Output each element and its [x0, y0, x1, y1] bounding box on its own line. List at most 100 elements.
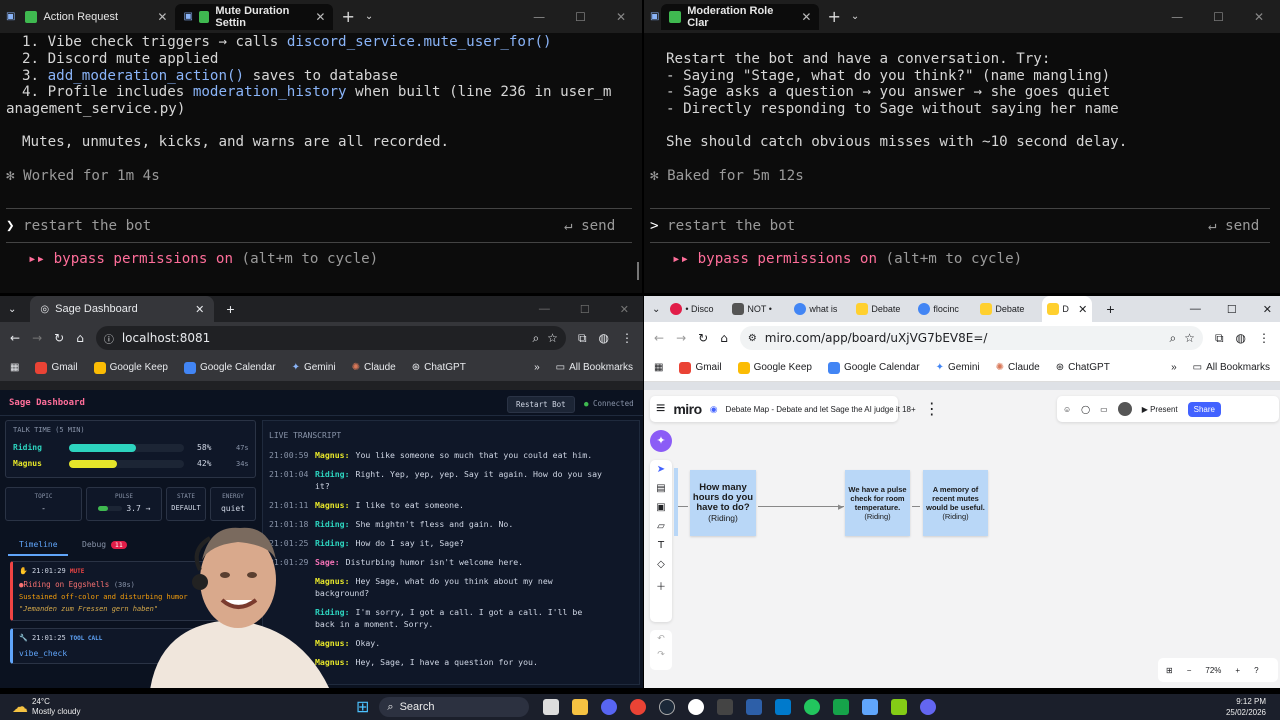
terminal-tab-moderation-role[interactable]: Moderation Role Clar ✕ — [661, 3, 820, 30]
tab-debug[interactable]: Debug 11 — [82, 540, 127, 549]
forward-icon[interactable]: → — [32, 331, 42, 345]
bookmark-star-icon[interactable]: ☆ — [547, 331, 558, 345]
app-icon[interactable] — [717, 699, 734, 715]
fit-icon[interactable]: ⊞ — [1166, 666, 1173, 675]
video-icon[interactable]: ▭ — [1100, 405, 1108, 414]
weather-widget[interactable]: ☁ 24°C Mostly cloudy — [12, 697, 342, 717]
bookmark-calendar[interactable]: Google Calendar — [827, 361, 920, 374]
minimize-icon[interactable]: — — [1171, 10, 1183, 24]
terminal-tab-action-request[interactable]: Action Request ✕ — [17, 4, 175, 30]
app-icon[interactable] — [891, 699, 908, 715]
maximize-icon[interactable]: ☐ — [575, 10, 586, 24]
maximize-icon[interactable]: ☐ — [1227, 303, 1237, 316]
hamburger-menu-icon[interactable]: ≡ — [656, 400, 665, 418]
select-icon[interactable]: ➤ — [657, 464, 665, 475]
ai-sparkle-icon[interactable]: ✦ — [650, 430, 672, 452]
close-icon[interactable]: ✕ — [315, 10, 325, 24]
templates-icon[interactable]: ▤ — [656, 483, 665, 494]
more-bookmarks-icon[interactable]: » — [534, 362, 540, 373]
home-icon[interactable]: ⌂ — [720, 331, 728, 345]
bookmark-gmail[interactable]: Gmail — [679, 361, 722, 374]
all-bookmarks[interactable]: ▭ All Bookmarks — [556, 362, 633, 373]
bookmark-gemini[interactable]: ✦ Gemini — [936, 362, 980, 373]
shapes-icon[interactable]: ◇ — [657, 559, 665, 570]
site-info-icon[interactable]: ⓘ — [104, 331, 114, 346]
scrollbar[interactable] — [637, 262, 639, 280]
powershell-icon[interactable] — [746, 699, 763, 715]
profile-icon[interactable]: ◍ — [1236, 331, 1246, 345]
all-bookmarks[interactable]: ▭ All Bookmarks — [1193, 362, 1270, 373]
minimize-icon[interactable]: — — [539, 303, 550, 316]
bookmark-chatgpt[interactable]: ⊛ ChatGPT — [1056, 362, 1110, 373]
new-tab-icon[interactable]: + — [341, 7, 354, 26]
prompt-input[interactable]: ❯ restart the bot — [6, 218, 151, 234]
forward-icon[interactable]: → — [676, 331, 686, 345]
close-icon[interactable]: ✕ — [1263, 303, 1272, 316]
app-icon[interactable] — [804, 699, 821, 715]
sticky-note[interactable]: A memory of recent mutes would be useful… — [923, 470, 988, 536]
bookmark-claude[interactable]: ✺ Claude — [996, 362, 1040, 373]
comment-icon[interactable]: ◯ — [1081, 405, 1090, 414]
restart-bot-button[interactable]: Restart Bot — [507, 396, 575, 413]
extensions-icon[interactable]: ⧉ — [578, 331, 587, 346]
minimize-icon[interactable]: — — [533, 10, 545, 24]
help-icon[interactable]: ? — [1254, 666, 1258, 675]
apps-icon[interactable]: ▦ — [654, 362, 663, 373]
profile-icon[interactable]: ◍ — [599, 331, 609, 345]
discord-icon[interactable] — [601, 699, 618, 715]
chevron-down-icon[interactable]: ⌄ — [8, 304, 16, 315]
vscode-icon[interactable] — [775, 699, 792, 715]
text-icon[interactable]: T — [658, 540, 664, 551]
browser-tab[interactable]: NOT • — [732, 303, 790, 315]
taskbar-search[interactable]: ⌕ Search — [379, 697, 530, 717]
bookmark-calendar[interactable]: Google Calendar — [183, 361, 276, 374]
maximize-icon[interactable]: ☐ — [580, 303, 590, 316]
close-icon[interactable]: ✕ — [157, 10, 167, 24]
browser-tab[interactable]: flocinc — [918, 303, 976, 315]
sticky-note[interactable]: We have a pulse check for room temperatu… — [845, 470, 910, 536]
app-icon[interactable] — [920, 699, 937, 715]
present-button[interactable]: ▶ Present — [1142, 405, 1178, 414]
site-info-icon[interactable]: ⚙ — [748, 333, 757, 344]
browser-tab[interactable]: Debate — [980, 303, 1038, 315]
browser-tab[interactable]: what is — [794, 303, 852, 315]
redo-icon[interactable]: ↷ — [657, 650, 665, 660]
close-icon[interactable]: ✕ — [801, 10, 811, 24]
frame-icon[interactable]: ▣ — [656, 502, 665, 513]
address-bar[interactable]: ⚙ miro.com/app/board/uXjVG7bEV8E=/ ⌕ ☆ — [739, 326, 1203, 350]
chevron-down-icon[interactable]: ⌄ — [365, 11, 373, 22]
avatar[interactable] — [1117, 402, 1132, 416]
more-bookmarks-icon[interactable]: » — [1171, 362, 1177, 373]
reactions-icon[interactable]: ☺ — [1063, 405, 1071, 414]
extensions-icon[interactable]: ⧉ — [1215, 331, 1224, 346]
new-tab-icon[interactable]: + — [226, 301, 234, 317]
address-bar[interactable]: ⓘ localhost:8081 ⌕ ☆ — [95, 326, 566, 350]
bookmark-keep[interactable]: Google Keep — [737, 361, 812, 374]
task-view-icon[interactable] — [543, 699, 560, 715]
terminal-tab-mute-duration[interactable]: ▣ Mute Duration Settin ✕ — [175, 3, 334, 30]
minimize-icon[interactable]: — — [1190, 303, 1201, 316]
bookmark-keep[interactable]: Google Keep — [93, 361, 168, 374]
menu-icon[interactable]: ⋮ — [1258, 331, 1270, 345]
back-icon[interactable]: ← — [654, 331, 664, 345]
zoom-icon[interactable]: ⌕ — [1169, 331, 1176, 346]
chrome-icon[interactable] — [630, 699, 647, 715]
close-icon[interactable]: ✕ — [616, 10, 626, 24]
bookmark-gmail[interactable]: Gmail — [35, 361, 78, 374]
more-options-icon[interactable]: ⋮ — [924, 399, 940, 419]
windows-start-icon[interactable]: ⊞ — [356, 697, 369, 717]
chevron-down-icon[interactable]: ⌄ — [652, 304, 660, 315]
browser-tab[interactable]: • Disco — [670, 303, 728, 315]
browser-tab-sage-dashboard[interactable]: ◎ Sage Dashboard ✕ — [30, 296, 215, 322]
tab-timeline[interactable]: Timeline — [19, 540, 58, 549]
sticky-note[interactable]: How many hours do you have to do? (Ridin… — [690, 470, 756, 536]
file-explorer-icon[interactable] — [572, 699, 589, 715]
prompt-input[interactable]: > restart the bot — [650, 218, 795, 234]
zoom-out-icon[interactable]: − — [1187, 666, 1192, 675]
notepad-icon[interactable] — [862, 699, 879, 715]
close-icon[interactable]: ✕ — [1254, 10, 1264, 24]
home-icon[interactable]: ⌂ — [76, 331, 84, 345]
back-icon[interactable]: ← — [10, 331, 20, 345]
new-tab-icon[interactable]: + — [827, 7, 840, 26]
maximize-icon[interactable]: ☐ — [1213, 10, 1224, 24]
